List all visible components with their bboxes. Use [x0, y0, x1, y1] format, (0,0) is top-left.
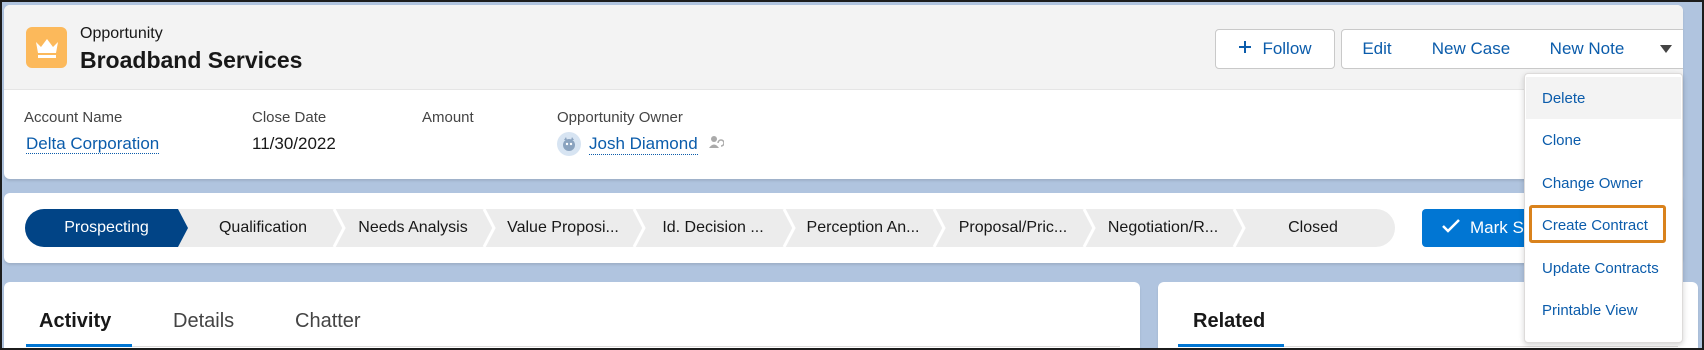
- mark-stage-label: Mark S: [1470, 218, 1524, 237]
- path-stage-proposal-price[interactable]: Proposal/Pric...: [938, 209, 1088, 247]
- field-account-name: Account Name Delta Corporation: [24, 109, 160, 154]
- menu-item-printable-view[interactable]: Printable View: [1526, 289, 1681, 331]
- path-divider: [932, 209, 946, 247]
- path-stage-perception-analysis[interactable]: Perception An...: [788, 209, 938, 247]
- active-tab-indicator: [1178, 344, 1284, 347]
- follow-button[interactable]: Follow: [1215, 29, 1335, 69]
- path-panel: Prospecting Qualification Needs Analysis…: [4, 193, 1683, 263]
- chevron-down-icon: [1659, 39, 1673, 59]
- field-label: Opportunity Owner: [557, 109, 683, 126]
- more-actions-button[interactable]: [1644, 29, 1683, 69]
- active-tab-indicator: [26, 344, 132, 347]
- path-stage-value-proposition[interactable]: Value Proposi...: [488, 209, 638, 247]
- path-divider: [332, 209, 346, 247]
- path-divider: [482, 209, 496, 247]
- more-actions-menu: Delete Clone Change Owner Create Contrac…: [1524, 73, 1683, 343]
- avatar: [557, 132, 581, 156]
- field-close-date: Close Date 11/30/2022: [252, 109, 336, 154]
- field-label: Close Date: [252, 109, 327, 126]
- path-stage-id-decision[interactable]: Id. Decision ...: [638, 209, 788, 247]
- tab-details[interactable]: Details: [173, 310, 234, 333]
- field-label: Amount: [422, 109, 474, 126]
- activity-card: Activity Details Chatter: [4, 282, 1140, 350]
- tab-related[interactable]: Related: [1193, 310, 1265, 333]
- menu-item-create-contract[interactable]: Create Contract: [1526, 204, 1681, 246]
- highlights-panel: Opportunity Broadband Services Follow Ed…: [4, 5, 1683, 179]
- change-owner-icon[interactable]: [706, 133, 725, 156]
- new-note-button[interactable]: New Note: [1530, 29, 1645, 69]
- check-icon: [1442, 218, 1460, 238]
- field-label: Account Name: [24, 109, 123, 126]
- menu-item-delete[interactable]: Delete: [1526, 77, 1681, 119]
- new-case-button[interactable]: New Case: [1412, 29, 1531, 69]
- path-stage-closed[interactable]: Closed: [1238, 209, 1388, 247]
- menu-item-update-contracts[interactable]: Update Contracts: [1526, 247, 1681, 289]
- plus-icon: [1238, 39, 1252, 59]
- record-title: Broadband Services: [80, 47, 303, 73]
- tabs-divider: [26, 346, 1120, 347]
- crown-icon: [26, 27, 67, 68]
- field-amount: Amount: [422, 109, 474, 134]
- path-divider: [1082, 209, 1096, 247]
- owner-link[interactable]: Josh Diamond: [589, 134, 698, 155]
- tab-chatter[interactable]: Chatter: [295, 310, 361, 333]
- tab-activity[interactable]: Activity: [39, 310, 111, 333]
- object-label: Opportunity: [80, 25, 163, 42]
- edit-button[interactable]: Edit: [1341, 29, 1413, 69]
- path-stage-negotiation-review[interactable]: Negotiation/R...: [1088, 209, 1238, 247]
- menu-item-clone[interactable]: Clone: [1526, 119, 1681, 161]
- follow-label: Follow: [1262, 39, 1312, 58]
- path-stage-needs-analysis[interactable]: Needs Analysis: [338, 209, 488, 247]
- close-date-value: 11/30/2022: [252, 134, 336, 153]
- path-divider: [1232, 209, 1246, 247]
- account-link[interactable]: Delta Corporation: [26, 134, 160, 154]
- path-divider: [632, 209, 646, 247]
- path-divider: [782, 209, 796, 247]
- path-stage-qualification[interactable]: Qualification: [188, 209, 338, 247]
- field-opportunity-owner: Opportunity Owner Josh Diamond: [557, 109, 725, 156]
- menu-item-change-owner[interactable]: Change Owner: [1526, 162, 1681, 204]
- path-stage-prospecting[interactable]: Prospecting: [25, 209, 188, 247]
- record-header: Opportunity Broadband Services Follow Ed…: [4, 5, 1683, 90]
